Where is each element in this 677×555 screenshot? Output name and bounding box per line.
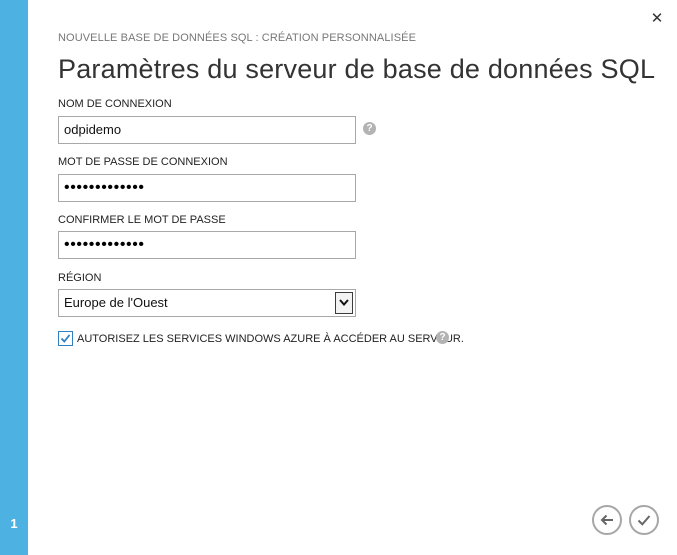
confirm-password-input[interactable]: •••••••••••••: [58, 231, 356, 259]
back-button[interactable]: [592, 505, 622, 535]
wizard-subtitle: NOUVELLE BASE DE DONNÉES SQL : CRÉATION …: [58, 32, 417, 44]
close-icon[interactable]: ✕: [649, 11, 665, 27]
help-icon[interactable]: ?: [436, 331, 449, 344]
check-icon: [60, 334, 71, 343]
password-input[interactable]: •••••••••••••: [58, 174, 356, 202]
allow-azure-label: AUTORISEZ LES SERVICES WINDOWS AZURE À A…: [77, 333, 464, 345]
login-name-label: NOM DE CONNEXION: [58, 98, 172, 110]
password-label: MOT DE PASSE DE CONNEXION: [58, 156, 228, 168]
region-selected-value: Europe de l'Ouest: [64, 295, 168, 310]
allow-azure-checkbox[interactable]: [58, 331, 73, 346]
region-select[interactable]: Europe de l'Ouest: [58, 289, 356, 317]
chevron-down-icon[interactable]: [335, 292, 353, 314]
page-title: Paramètres du serveur de base de données…: [58, 54, 656, 84]
finish-button[interactable]: [629, 505, 659, 535]
arrow-left-icon: [600, 514, 613, 526]
help-icon[interactable]: ?: [363, 122, 376, 135]
confirm-password-label: CONFIRMER LE MOT DE PASSE: [58, 214, 226, 226]
step-number: 1: [10, 516, 18, 531]
region-label: RÉGION: [58, 272, 102, 284]
wizard-step-strip: 1: [0, 0, 28, 555]
check-icon: [637, 515, 651, 526]
login-name-input[interactable]: odpidemo: [58, 116, 356, 144]
